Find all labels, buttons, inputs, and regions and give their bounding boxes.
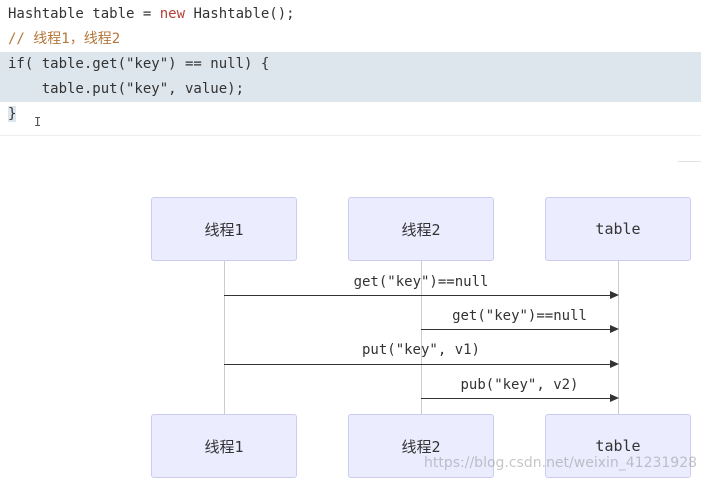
code-text: Hashtable table = xyxy=(8,6,160,22)
actor-thread2-top: 线程2 xyxy=(348,197,494,261)
message-label: put("key", v1) xyxy=(361,342,480,358)
arrow-head-icon xyxy=(610,394,619,402)
message-label: get("key")==null xyxy=(452,308,587,324)
arrow-head-icon xyxy=(610,291,619,299)
keyword-new: new xyxy=(159,6,186,22)
text-cursor-icon: I xyxy=(34,115,42,129)
code-line-4: table.put("key", value); xyxy=(0,77,701,102)
message-arrow xyxy=(421,329,610,330)
actor-thread1-bottom: 线程1 xyxy=(151,414,297,478)
actor-thread1-top: 线程1 xyxy=(151,197,297,261)
divider xyxy=(678,161,701,162)
code-block: Hashtable table = new Hashtable(); // 线程… xyxy=(0,0,701,135)
code-line-1: Hashtable table = new Hashtable(); xyxy=(0,2,701,27)
watermark: https://blog.csdn.net/weixin_41231928 xyxy=(424,455,698,471)
message-arrow xyxy=(224,295,610,296)
message-label: get("key")==null xyxy=(353,274,489,290)
actor-table-top: table xyxy=(545,197,691,261)
message-arrow xyxy=(421,398,610,399)
code-comment: // 线程1，线程2 xyxy=(8,31,121,47)
code-text: Hashtable(); xyxy=(185,6,295,22)
message-label: pub("key", v2) xyxy=(460,377,579,393)
arrow-head-icon xyxy=(610,360,619,368)
message-arrow xyxy=(224,364,610,365)
divider xyxy=(0,135,701,136)
code-line-5: } xyxy=(0,102,26,127)
code-text: } xyxy=(8,106,17,122)
code-line-3: if( table.get("key") == null) { xyxy=(0,52,701,77)
arrow-head-icon xyxy=(610,325,619,333)
lifeline-table xyxy=(618,261,619,414)
